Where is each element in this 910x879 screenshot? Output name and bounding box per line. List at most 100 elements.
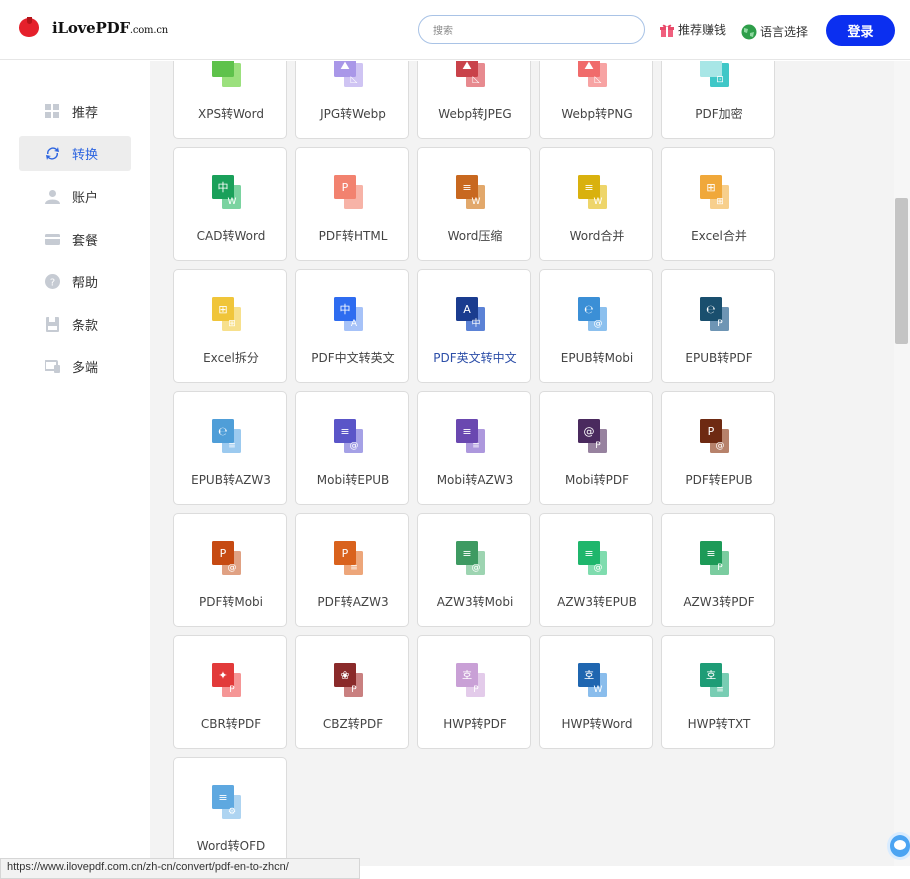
tool-card-label: Excel拆分 [203, 351, 259, 365]
tool-card-pdf-encrypt[interactable]: ⊡ PDF加密 [661, 61, 775, 139]
tool-card-azw3-to-pdf[interactable]: ≡ P AZW3转PDF [661, 513, 775, 627]
login-button[interactable]: 登录 [826, 15, 895, 46]
tool-card-hwp-to-txt[interactable]: 호 ≡ HWP转TXT [661, 635, 775, 749]
webp-to-png-icon: ⛰◺ [578, 61, 607, 87]
svg-text:≡: ≡ [462, 181, 471, 194]
cad-to-word-icon: 中W [212, 175, 241, 209]
svg-text:P: P [342, 547, 349, 560]
tool-card-word-merge[interactable]: ≡ W Word合并 [539, 147, 653, 261]
site-logo[interactable]: iLovePDF.com.cn [18, 17, 168, 39]
sidebar-item-devices[interactable]: 多端 [19, 349, 131, 384]
tool-card-azw3-to-mobi[interactable]: ≡ @ AZW3转Mobi [417, 513, 531, 627]
svg-text:℮: ℮ [584, 303, 593, 316]
sidebar-item-account[interactable]: 账户 [19, 179, 131, 214]
tool-card-cbr-to-pdf[interactable]: ✦ P CBR转PDF [173, 635, 287, 749]
search-placeholder: 搜索 [433, 26, 453, 37]
svg-text:A: A [463, 303, 471, 316]
svg-text:❀: ❀ [340, 669, 349, 682]
pdf-zh-to-en-icon: 中A [334, 297, 363, 331]
tool-card-label: Mobi转EPUB [316, 473, 390, 487]
svg-text:✦: ✦ [218, 669, 227, 682]
sidebar-item-help[interactable]: ? 帮助 [19, 264, 131, 299]
logo-heart-icon [18, 17, 40, 39]
tool-card-hwp-to-pdf[interactable]: 호 P HWP转PDF [417, 635, 531, 749]
tool-card-webp-to-jpeg[interactable]: ⛰ ◺ Webp转JPEG [417, 61, 531, 139]
sidebar-item-terms[interactable]: 条款 [19, 307, 131, 342]
tool-card-epub-to-azw3[interactable]: ℮ ≡ EPUB转AZW3 [173, 391, 287, 505]
pdf-to-mobi-icon: P@ [212, 541, 241, 575]
svg-text:W: W [594, 685, 603, 695]
mobi-to-pdf-icon: @P [578, 419, 607, 453]
sidebar-item-label: 账户 [72, 191, 99, 206]
cbr-to-pdf-icon: ✦P [212, 663, 241, 697]
svg-text:@: @ [228, 563, 237, 573]
scrollbar-track[interactable] [894, 61, 910, 866]
svg-text:≡: ≡ [716, 685, 724, 695]
devices-icon [45, 360, 60, 373]
svg-text:≡: ≡ [228, 441, 236, 451]
tool-card-cad-to-word[interactable]: 中 W CAD转Word [173, 147, 287, 261]
pdf-encrypt-icon: ⊡ [700, 61, 729, 87]
tool-card-jpg-to-webp[interactable]: ⛰ ◺ JPG转Webp [295, 61, 409, 139]
tool-card-pdf-to-epub[interactable]: P @ PDF转EPUB [661, 391, 775, 505]
tool-card-xps-to-word[interactable]: XPS转Word [173, 61, 287, 139]
excel-split-icon: ⊞⊞ [212, 297, 241, 331]
cbz-to-pdf-icon: ❀P [334, 663, 363, 697]
sidebar-item-recommend[interactable]: 推荐 [19, 94, 131, 129]
tool-card-label: EPUB转Mobi [560, 351, 634, 365]
svg-text:⚙: ⚙ [228, 807, 236, 817]
svg-text:◺: ◺ [595, 75, 602, 85]
tool-card-excel-merge[interactable]: ⊞ ⊞ Excel合并 [661, 147, 775, 261]
svg-text:P: P [717, 563, 723, 573]
sidebar-item-convert[interactable]: 转换 [19, 136, 131, 171]
sidebar-item-label: 帮助 [72, 276, 99, 291]
tool-card-pdf-zh-to-en[interactable]: 中 A PDF中文转英文 [295, 269, 409, 383]
svg-text:@: @ [472, 563, 481, 573]
tool-card-pdf-en-to-zh[interactable]: A 中 PDF英文转中文 [417, 269, 531, 383]
tool-card-mobi-to-pdf[interactable]: @ P Mobi转PDF [539, 391, 653, 505]
tool-card-webp-to-png[interactable]: ⛰ ◺ Webp转PNG [539, 61, 653, 139]
tool-card-mobi-to-azw3[interactable]: ≡ ≡ Mobi转AZW3 [417, 391, 531, 505]
svg-text:⊞: ⊞ [218, 303, 227, 316]
sidebar-item-label: 套餐 [72, 234, 99, 249]
svg-text:@: @ [716, 441, 725, 451]
svg-text:≡: ≡ [472, 441, 480, 451]
svg-text:≡: ≡ [462, 425, 471, 438]
svg-text:P: P [342, 181, 349, 194]
referral-link[interactable]: 推荐赚钱 [659, 21, 726, 38]
svg-text:中: 中 [471, 317, 480, 329]
svg-text:℮: ℮ [218, 425, 227, 438]
pdf-to-azw3-icon: P≡ [334, 541, 363, 575]
tool-card-label: XPS转Word [198, 107, 264, 121]
svg-text:P: P [473, 685, 479, 695]
svg-text:⊞: ⊞ [706, 181, 715, 194]
tool-card-label: HWP转TXT [687, 717, 751, 731]
tool-card-pdf-to-mobi[interactable]: P @ PDF转Mobi [173, 513, 287, 627]
search-input[interactable]: 搜索 [418, 15, 645, 44]
svg-text:@: @ [350, 441, 359, 451]
sidebar-item-plans[interactable]: 套餐 [19, 222, 131, 257]
tool-card-cbz-to-pdf[interactable]: ❀ P CBZ转PDF [295, 635, 409, 749]
sidebar-item-label: 多端 [72, 361, 99, 376]
language-selector[interactable]: 语言选择 [741, 23, 808, 40]
chat-support-icon[interactable] [887, 832, 910, 860]
svg-text:P: P [595, 441, 601, 451]
tool-card-epub-to-mobi[interactable]: ℮ @ EPUB转Mobi [539, 269, 653, 383]
svg-text:P: P [220, 547, 227, 560]
scrollbar-thumb[interactable] [895, 198, 908, 344]
tool-card-azw3-to-epub[interactable]: ≡ @ AZW3转EPUB [539, 513, 653, 627]
tool-card-pdf-to-azw3[interactable]: P ≡ PDF转AZW3 [295, 513, 409, 627]
gift-icon [660, 24, 674, 37]
tool-card-mobi-to-epub[interactable]: ≡ @ Mobi转EPUB [295, 391, 409, 505]
logo-domain-suffix: .com.cn [129, 25, 168, 36]
tool-card-word-to-ofd[interactable]: ≡ ⚙ Word转OFD [173, 757, 287, 866]
tool-card-excel-split[interactable]: ⊞ ⊞ Excel拆分 [173, 269, 287, 383]
tool-card-hwp-to-word[interactable]: 호 W HWP转Word [539, 635, 653, 749]
tool-card-pdf-to-html[interactable]: P PDF转HTML [295, 147, 409, 261]
epub-to-azw3-icon: ℮≡ [212, 419, 241, 453]
svg-text:⛰: ⛰ [340, 61, 349, 72]
svg-text:P: P [351, 685, 357, 695]
tool-card-word-compress[interactable]: ≡ W Word压缩 [417, 147, 531, 261]
tool-card-label: PDF转HTML [318, 229, 388, 243]
tool-card-epub-to-pdf[interactable]: ℮ P EPUB转PDF [661, 269, 775, 383]
